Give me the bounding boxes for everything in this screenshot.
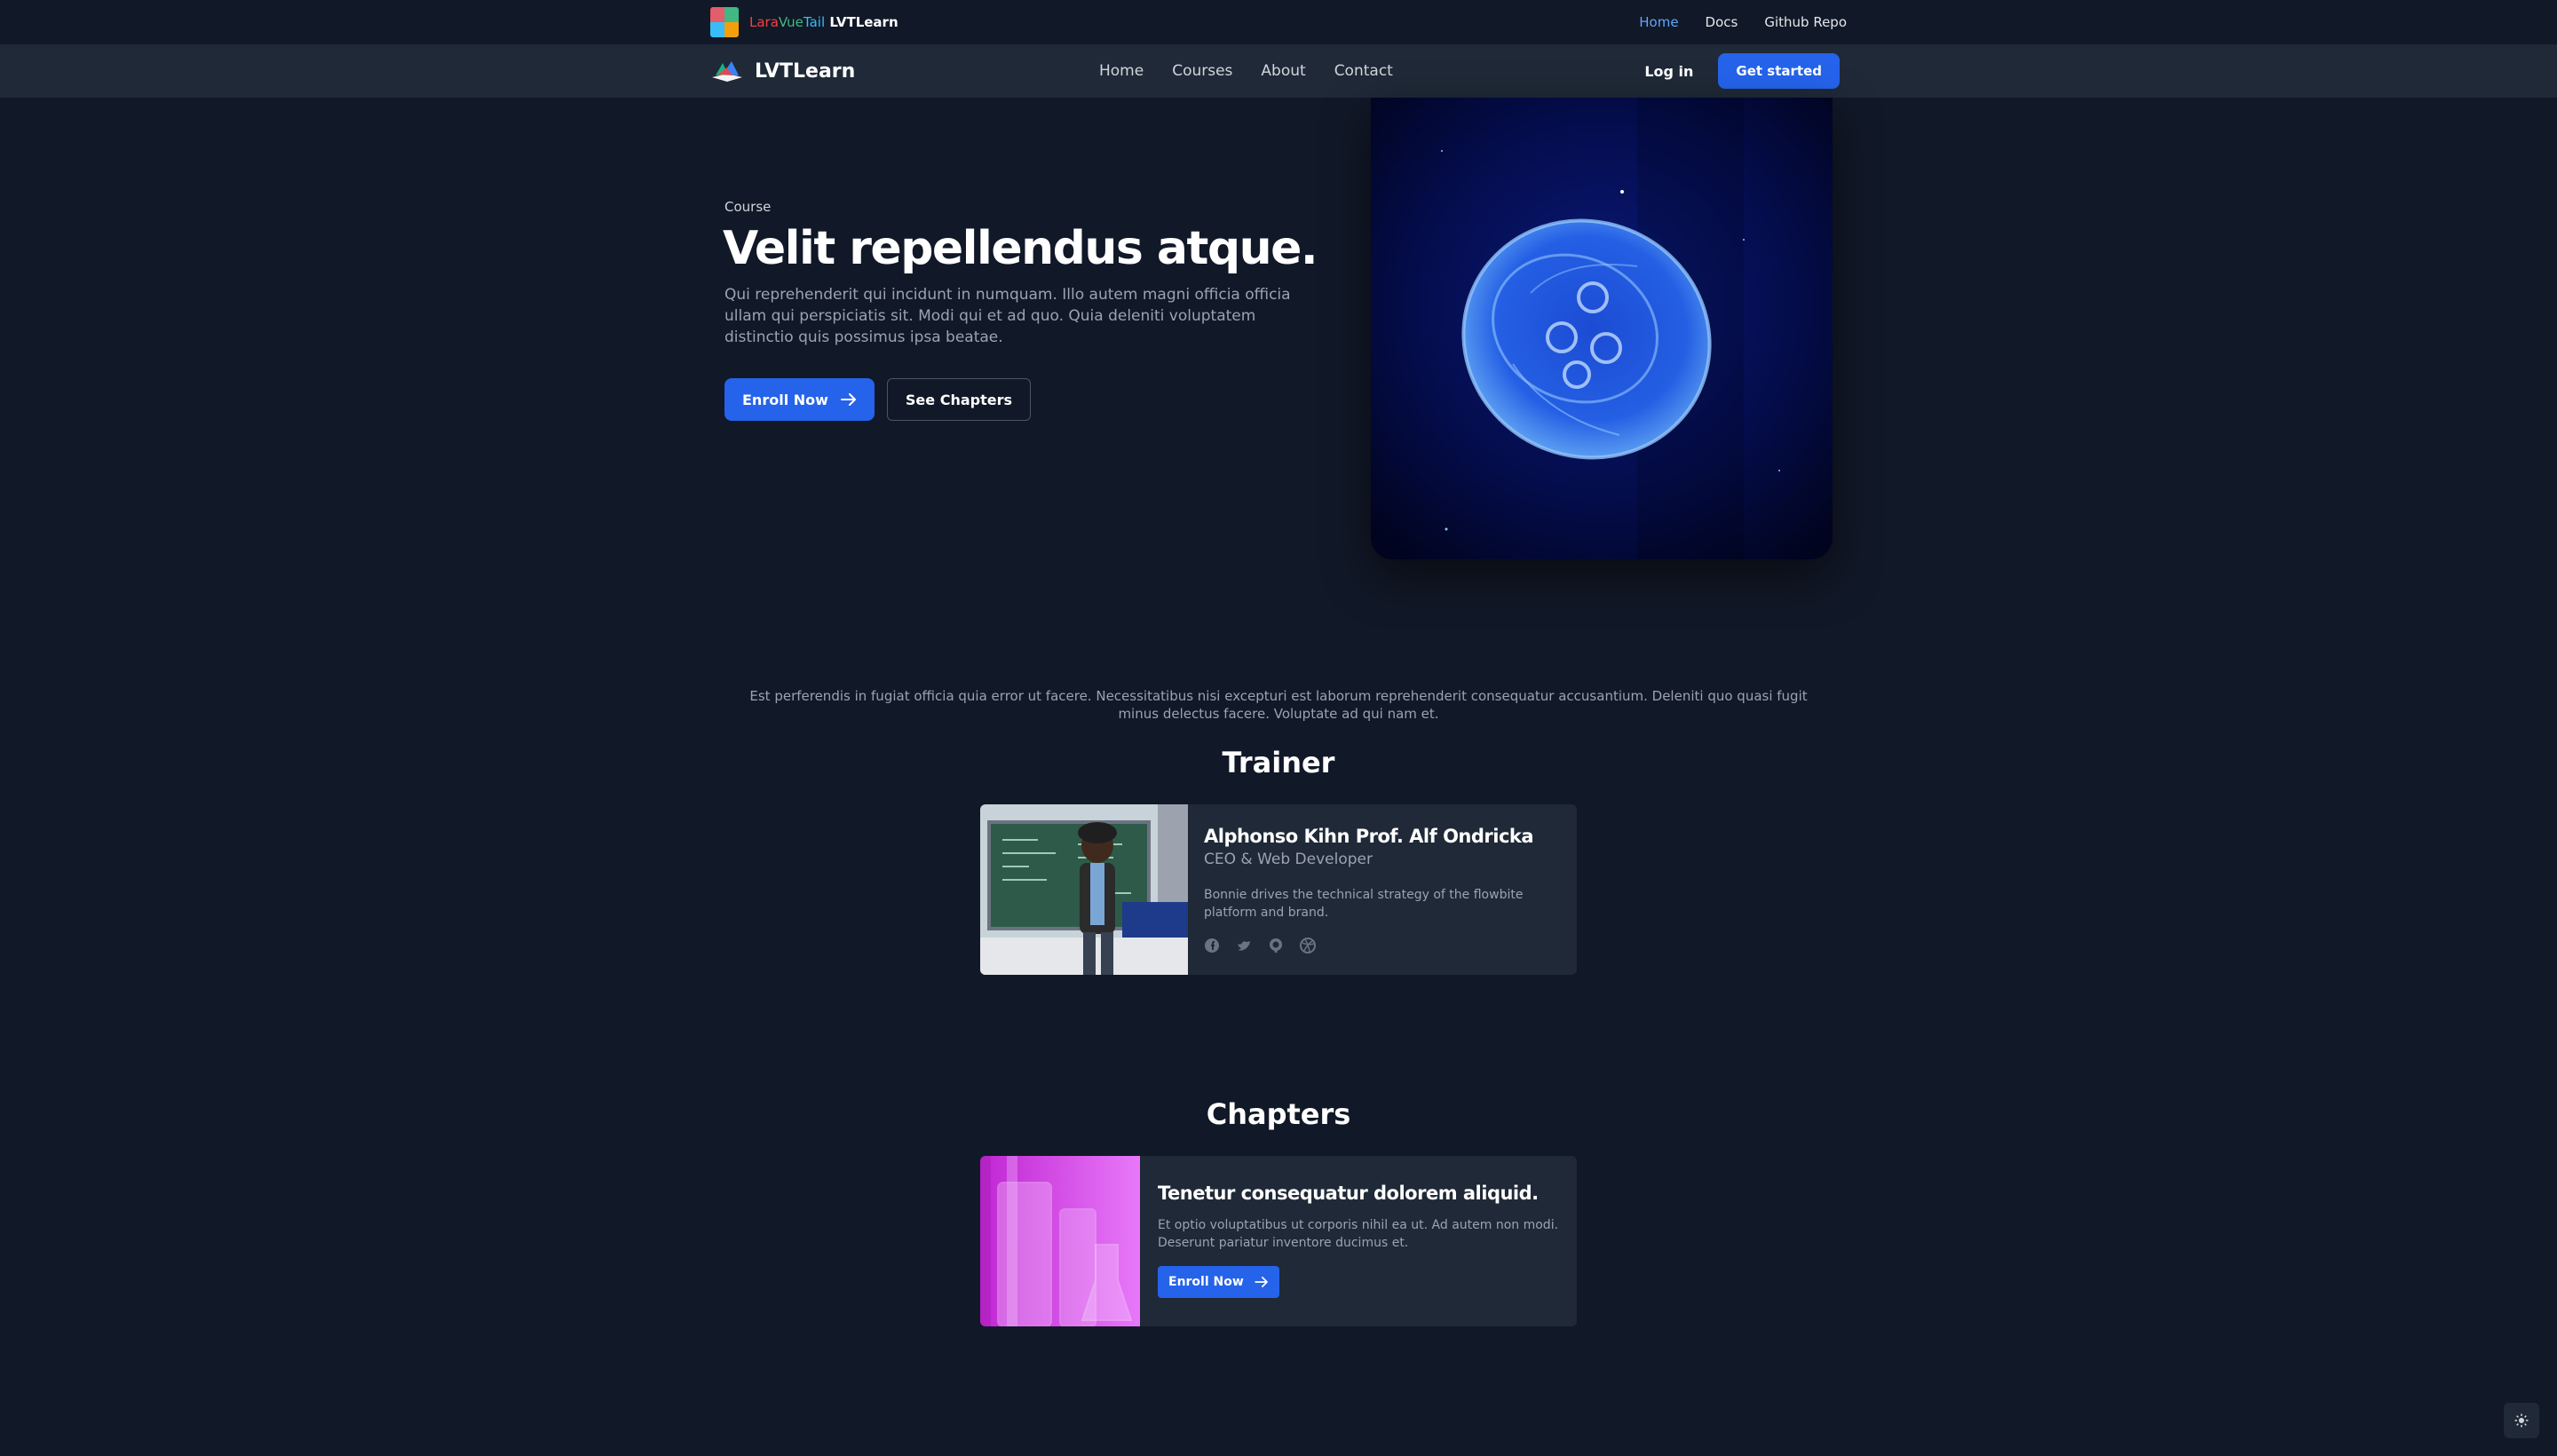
- trainer-card: Alphonso Kihn Prof. Alf Ondricka CEO & W…: [980, 804, 1577, 975]
- nav-brand-text: LVTLearn: [755, 59, 856, 83]
- hero-label: Course: [724, 199, 772, 215]
- nav-brand[interactable]: LVTLearn: [710, 44, 855, 98]
- trainer-photo: [980, 804, 1188, 975]
- trainer-name[interactable]: Alphonso Kihn Prof. Alf Ondricka: [1204, 826, 1559, 847]
- top-link-docs[interactable]: Docs: [1706, 14, 1738, 30]
- trainer-socials: [1204, 938, 1559, 954]
- trainer-section-title: Trainer: [1222, 746, 1335, 779]
- brand-vue: Vue: [778, 14, 804, 30]
- chapter-enroll-button[interactable]: Enroll Now: [1158, 1266, 1279, 1298]
- get-started-button[interactable]: Get started: [1718, 53, 1840, 89]
- chapter-title[interactable]: Tenetur consequatur dolorem aliquid.: [1158, 1183, 1566, 1204]
- brand-tail: Tail: [803, 14, 826, 30]
- course-about-text: Est perferendis in fugiat officia quia e…: [749, 688, 1808, 722]
- enroll-now-label: Enroll Now: [742, 391, 828, 408]
- nav-item-home[interactable]: Home: [1099, 62, 1144, 80]
- trainer-role: CEO & Web Developer: [1204, 851, 1373, 868]
- top-brand-text: LaraVueTail LVTLearn: [749, 14, 899, 30]
- top-links: Home Docs Github Repo: [1639, 0, 1847, 44]
- top-link-github[interactable]: Github Repo: [1764, 14, 1847, 30]
- trainer-body: Alphonso Kihn Prof. Alf Ondricka CEO & W…: [1204, 826, 1559, 954]
- chapter-card: Tenetur consequatur dolorem aliquid. Et …: [980, 1156, 1577, 1326]
- arrow-right-icon: [840, 393, 856, 406]
- brand-app: LVTLearn: [829, 14, 899, 30]
- hero-jellyfish-image: [1371, 98, 1833, 559]
- trainer-bio: Bonnie drives the technical strategy of …: [1204, 888, 1524, 920]
- top-link-home[interactable]: Home: [1639, 14, 1678, 30]
- chapter-enroll-label: Enroll Now: [1168, 1275, 1244, 1289]
- main-navbar: LVTLearn Home Courses About Contact Log …: [0, 44, 2557, 98]
- theme-toggle-button[interactable]: [2504, 1403, 2539, 1438]
- nav-actions: Log in Get started: [1644, 44, 1840, 98]
- nav-menu: Home Courses About Contact: [1099, 44, 1393, 98]
- brand-lara: Lara: [749, 14, 779, 30]
- chapter-photo: [980, 1156, 1140, 1326]
- top-brand[interactable]: LaraVueTail LVTLearn: [710, 6, 899, 38]
- github-icon[interactable]: [1268, 938, 1284, 954]
- see-chapters-button[interactable]: See Chapters: [886, 378, 1031, 421]
- lvtlearn-logo-icon: [712, 61, 742, 82]
- nav-item-contact[interactable]: Contact: [1334, 62, 1393, 80]
- nav-item-about[interactable]: About: [1261, 62, 1305, 80]
- hero-title: Velit repellendus atque.: [723, 222, 1318, 275]
- nav-item-courses[interactable]: Courses: [1172, 62, 1232, 80]
- chapter-description: Et optio voluptatibus ut corporis nihil …: [1158, 1218, 1559, 1250]
- dribbble-icon[interactable]: [1300, 938, 1316, 954]
- laravuetail-logo-icon: [710, 7, 739, 37]
- arrow-right-icon: [1255, 1277, 1268, 1287]
- sun-icon: [2514, 1413, 2529, 1428]
- twitter-icon[interactable]: [1236, 938, 1252, 954]
- hero-description: Qui reprehenderit qui incidunt in numqua…: [724, 286, 1291, 346]
- enroll-now-button[interactable]: Enroll Now: [724, 378, 875, 421]
- chapter-body: Tenetur consequatur dolorem aliquid. Et …: [1158, 1183, 1566, 1298]
- login-link[interactable]: Log in: [1644, 63, 1693, 80]
- facebook-icon[interactable]: [1204, 938, 1220, 954]
- top-bar: LaraVueTail LVTLearn Home Docs Github Re…: [0, 0, 2557, 44]
- chapters-section-title: Chapters: [1206, 1097, 1351, 1131]
- hero-buttons: Enroll Now See Chapters: [724, 378, 1031, 421]
